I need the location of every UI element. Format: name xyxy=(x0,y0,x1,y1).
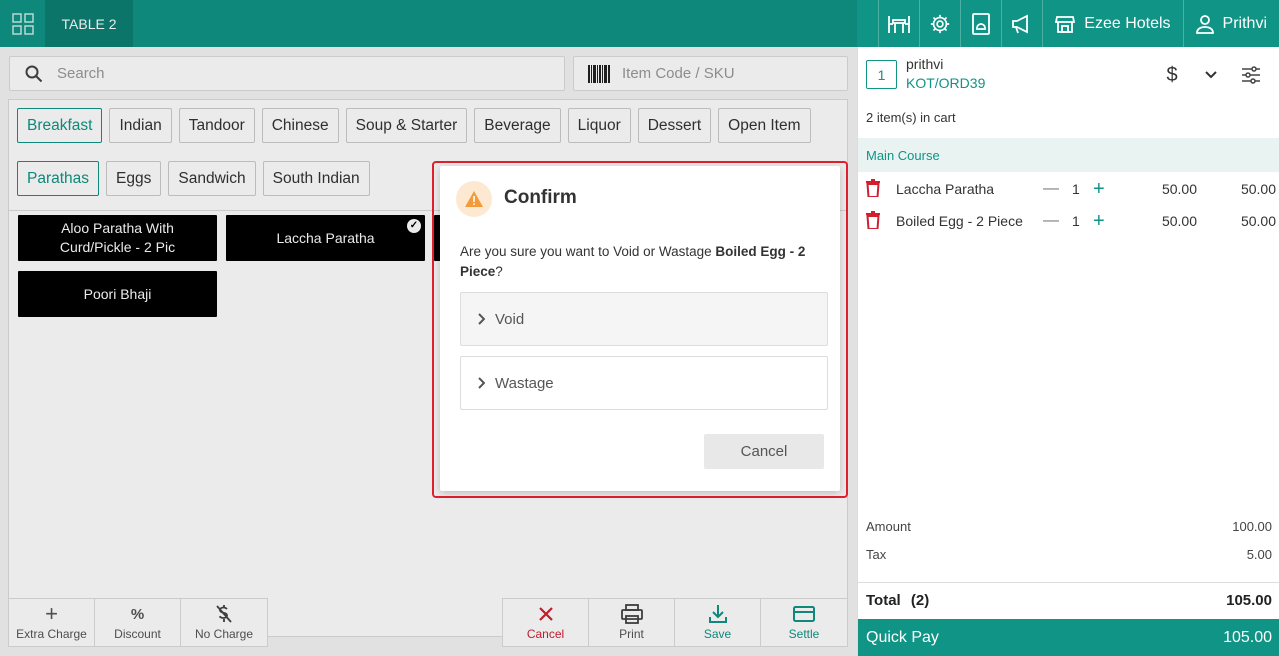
cart-line: Laccha Paratha — 1 + 50.00 50.00 xyxy=(858,177,1279,201)
gear-icon xyxy=(931,14,950,33)
order-panel: 1 prithvi KOT/ORD39 $ 2 item(s) in cart … xyxy=(857,47,1279,656)
line-total: 50.00 xyxy=(1240,181,1276,197)
guest-name: prithvi xyxy=(906,56,944,72)
amount-value: 100.00 xyxy=(1232,519,1272,534)
message-prefix: Are you sure you want to Void or Wastage xyxy=(460,244,716,259)
total-row: Total (2) 105.00 xyxy=(858,582,1279,618)
decrease-qty-button[interactable]: — xyxy=(1043,180,1059,198)
table-icon xyxy=(888,15,911,33)
quick-pay-button[interactable]: Quick Pay 105.00 xyxy=(858,619,1279,656)
user-icon xyxy=(1195,14,1214,34)
confirm-dialog: Confirm Are you sure you want to Void or… xyxy=(440,166,840,491)
total-count: (2) xyxy=(910,592,930,609)
user-name: Prithvi xyxy=(1222,14,1267,32)
increase-qty-button[interactable]: + xyxy=(1093,178,1105,201)
course-group-header: Main Course xyxy=(858,138,1279,172)
cart-line: Boiled Egg - 2 Piece — 1 + 50.00 50.00 xyxy=(858,209,1279,233)
decrease-qty-button[interactable]: — xyxy=(1043,212,1059,230)
warning-icon xyxy=(456,181,492,217)
announcement-button[interactable] xyxy=(1001,0,1042,47)
room-service-icon xyxy=(972,12,991,35)
tax-label: Tax xyxy=(866,547,887,562)
settings-button[interactable] xyxy=(919,0,960,47)
guest-count-badge[interactable]: 1 xyxy=(866,60,897,89)
amount-row: Amount 100.00 xyxy=(866,519,1272,534)
user-menu[interactable]: Prithvi xyxy=(1182,0,1279,47)
wastage-label: Wastage xyxy=(495,374,554,392)
quick-pay-amount: 105.00 xyxy=(1223,628,1272,646)
megaphone-icon xyxy=(1012,14,1029,33)
line-price: 50.00 xyxy=(1161,181,1197,197)
message-suffix: ? xyxy=(495,264,503,279)
dialog-message: Are you sure you want to Void or Wastage… xyxy=(460,242,820,282)
tables-button[interactable] xyxy=(878,0,919,47)
options-button[interactable] xyxy=(1239,63,1263,87)
quick-pay-label: Quick Pay xyxy=(866,628,939,646)
line-item-name: Boiled Egg - 2 Piece xyxy=(896,213,1023,229)
hotel-name: Ezee Hotels xyxy=(1084,14,1171,32)
amount-label: Amount xyxy=(866,519,911,534)
currency-button[interactable]: $ xyxy=(1160,63,1184,87)
dialog-cancel-button[interactable]: Cancel xyxy=(704,434,824,469)
total-label: Total xyxy=(866,592,901,609)
total-value: 105.00 xyxy=(1226,592,1272,609)
order-number[interactable]: KOT/ORD39 xyxy=(906,75,985,91)
room-service-button[interactable] xyxy=(960,0,1001,47)
store-icon xyxy=(1055,15,1076,33)
tax-value: 5.00 xyxy=(1246,547,1272,562)
void-option[interactable]: Void xyxy=(460,292,828,346)
chevron-right-icon xyxy=(478,313,485,325)
dialog-title: Confirm xyxy=(504,187,577,208)
line-item-name: Laccha Paratha xyxy=(896,181,995,197)
trash-icon[interactable] xyxy=(866,179,880,197)
hotel-selector[interactable]: Ezee Hotels xyxy=(1042,0,1182,47)
chevron-down-icon xyxy=(1205,71,1217,79)
trash-icon[interactable] xyxy=(866,211,880,229)
line-total: 50.00 xyxy=(1240,213,1276,229)
line-qty: 1 xyxy=(1072,181,1080,197)
wastage-option[interactable]: Wastage xyxy=(460,356,828,410)
tax-row: Tax 5.00 xyxy=(866,547,1272,562)
line-price: 50.00 xyxy=(1161,213,1197,229)
cart-count: 2 item(s) in cart xyxy=(866,110,956,125)
void-label: Void xyxy=(495,310,525,328)
chevron-right-icon xyxy=(478,377,485,389)
sliders-icon xyxy=(1242,66,1260,84)
increase-qty-button[interactable]: + xyxy=(1093,210,1105,233)
line-qty: 1 xyxy=(1072,213,1080,229)
expand-button[interactable] xyxy=(1199,63,1223,87)
dollar-icon: $ xyxy=(1166,63,1178,86)
